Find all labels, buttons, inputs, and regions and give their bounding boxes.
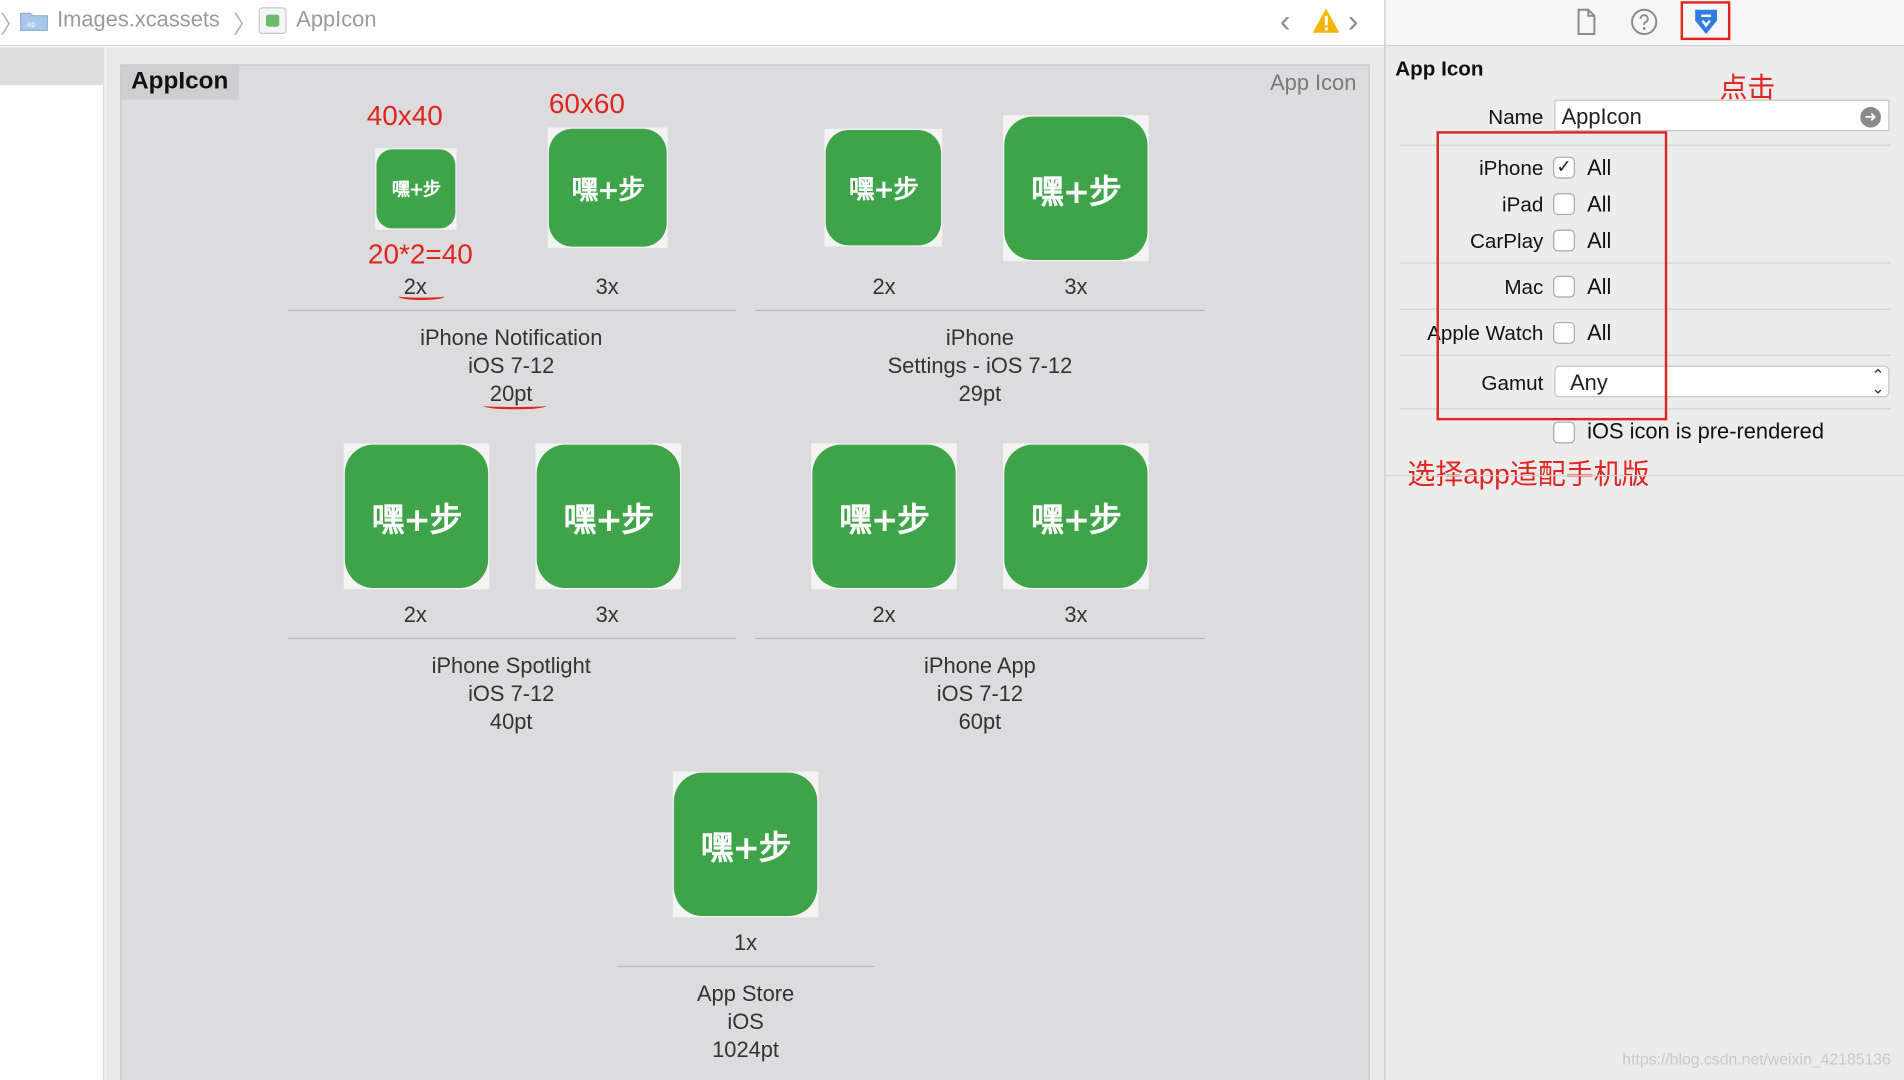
annotation-highlight-box xyxy=(1680,1,1731,41)
scale-label: 3x xyxy=(595,274,619,299)
annotation-underline xyxy=(398,293,445,301)
go-arrow-icon[interactable]: ➜ xyxy=(1860,106,1881,128)
group-label-app: iPhone App iOS 7-12 60pt xyxy=(749,652,1210,736)
help-inspector-icon[interactable] xyxy=(1630,7,1659,36)
annotation-40x40: 40x40 xyxy=(366,99,443,132)
group-name: iPhone Notification xyxy=(420,325,603,350)
group-divider xyxy=(616,965,875,968)
outline-selected-row[interactable] xyxy=(0,47,105,86)
warning-icon[interactable] xyxy=(1311,7,1340,34)
folder-icon: ap xyxy=(20,12,48,31)
scale-label: 2x xyxy=(872,274,896,299)
group-size: 29pt xyxy=(958,381,1002,406)
icon-slot-spotlight-3x[interactable]: 嘿+步 xyxy=(535,443,682,590)
group-label-app-store: App Store iOS 1024pt xyxy=(515,980,976,1064)
group-divider xyxy=(287,637,736,640)
app-icon-image: 嘿+步 xyxy=(673,772,818,917)
group-label-notification: iPhone Notification iOS 7-12 20pt xyxy=(281,324,742,408)
prerendered-label: iOS icon is pre-rendered xyxy=(1587,419,1824,444)
icon-slot-settings-2x[interactable]: 嘿+步 xyxy=(824,128,943,247)
watermark: https://blog.csdn.net/weixin_42185136 xyxy=(1622,1049,1891,1068)
scale-label: 2x xyxy=(403,602,427,627)
group-os: iOS 7-12 xyxy=(468,353,555,378)
group-size: 60pt xyxy=(958,709,1002,734)
app-icon-image: 嘿+步 xyxy=(344,444,489,589)
app-icon-image: 嘿+步 xyxy=(536,444,681,589)
scale-label: 1x xyxy=(734,930,758,955)
icon-slot-notification-3x[interactable]: 嘿+步 xyxy=(547,127,668,248)
icon-slot-app-store-1x[interactable]: 嘿+步 xyxy=(672,771,819,918)
previous-issue-chevron-icon[interactable]: ‹ xyxy=(1280,2,1291,40)
app-icon-image: 嘿+步 xyxy=(1004,444,1148,589)
app-icon-image: 嘿+步 xyxy=(825,129,942,246)
inspector-toolbar xyxy=(1385,0,1904,47)
annotation-select-hint: 选择app适配手机版 xyxy=(1407,458,1650,490)
group-size: 40pt xyxy=(489,709,533,734)
group-label-settings: iPhone Settings - iOS 7-12 29pt xyxy=(749,324,1210,408)
group-os: Settings - iOS 7-12 xyxy=(887,353,1073,378)
section-separator xyxy=(1385,475,1904,477)
inspector-section-title: App Icon xyxy=(1395,57,1484,81)
next-issue-chevron-icon[interactable]: › xyxy=(1348,2,1359,40)
group-divider xyxy=(287,309,736,312)
scale-label: 2x xyxy=(872,602,896,627)
scale-label: 3x xyxy=(595,602,619,627)
jump-bar: 〉 ap Images.xcassets 〉 AppIcon ‹ › xyxy=(0,0,1385,47)
icon-set-canvas: AppIcon App Icon xyxy=(120,64,1370,1080)
scale-label: 3x xyxy=(1064,602,1088,627)
annotation-60x60: 60x60 xyxy=(548,87,625,120)
icon-slot-app-2x[interactable]: 嘿+步 xyxy=(811,443,957,590)
asset-outline xyxy=(0,47,105,1080)
breadcrumb-asset[interactable]: AppIcon xyxy=(296,7,376,33)
group-divider xyxy=(755,309,1205,312)
name-label: Name xyxy=(1488,105,1544,129)
asset-editor: AppIcon App Icon 嘿+步 嘿+步 2x 3x iPhone No… xyxy=(105,47,1385,1080)
svg-text:ap: ap xyxy=(27,20,36,29)
scale-label: 3x xyxy=(1064,274,1088,299)
group-label-spotlight: iPhone Spotlight iOS 7-12 40pt xyxy=(281,652,742,736)
breadcrumb-folder[interactable]: Images.xcassets xyxy=(57,7,220,33)
group-os: iOS xyxy=(727,1009,764,1034)
icon-slot-settings-3x[interactable]: 嘿+步 xyxy=(1003,115,1149,262)
breadcrumb-separator: 〉 xyxy=(233,12,258,39)
annotation-underline xyxy=(483,402,547,410)
group-name: iPhone Spotlight xyxy=(431,653,591,678)
file-inspector-icon[interactable] xyxy=(1571,7,1600,36)
app-icon-image: 嘿+步 xyxy=(812,444,956,589)
group-name: iPhone xyxy=(945,325,1014,350)
asset-set-title: AppIcon xyxy=(121,65,240,100)
icon-slot-spotlight-2x[interactable]: 嘿+步 xyxy=(343,443,490,590)
annotation-formula: 20*2=40 xyxy=(367,238,473,270)
name-value: AppIcon xyxy=(1561,104,1642,129)
group-name: App Store xyxy=(696,981,795,1006)
group-os: iOS 7-12 xyxy=(936,681,1024,706)
app-icon-image: 嘿+步 xyxy=(376,149,456,229)
app-icon-image: 嘿+步 xyxy=(548,128,667,247)
group-size: 1024pt xyxy=(712,1037,780,1062)
app-icon-set-icon xyxy=(258,7,287,35)
name-field[interactable]: AppIcon ➜ xyxy=(1554,99,1890,132)
prerendered-checkbox[interactable] xyxy=(1553,421,1575,444)
chevron-up-down-icon: ⌃ ⌄ xyxy=(1871,365,1885,398)
annotation-highlight-box xyxy=(1436,131,1668,421)
group-os: iOS 7-12 xyxy=(468,681,555,706)
icon-slot-notification-2x[interactable]: 嘿+步 xyxy=(375,148,457,230)
group-name: iPhone App xyxy=(924,653,1036,678)
group-divider xyxy=(755,637,1205,640)
asset-set-kind: App Icon xyxy=(1270,70,1357,95)
attributes-inspector: 点击 App Icon Name AppIcon ➜ iPhone ✓ All … xyxy=(1384,0,1904,1080)
icon-slot-app-3x[interactable]: 嘿+步 xyxy=(1003,443,1149,590)
app-icon-image: 嘿+步 xyxy=(1004,116,1148,260)
